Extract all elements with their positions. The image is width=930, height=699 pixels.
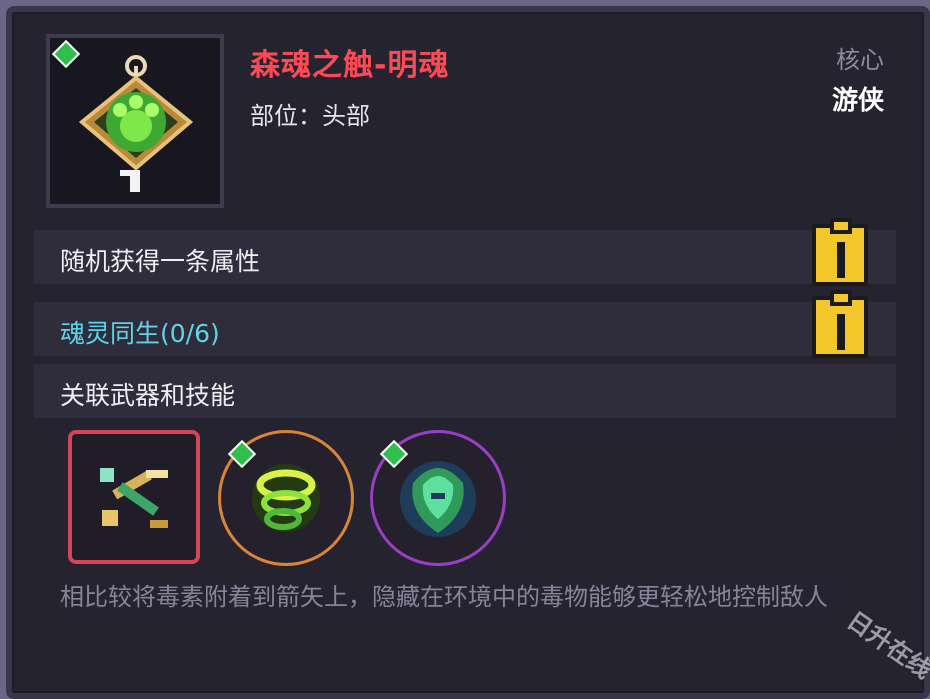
random-attribute-label: 随机获得一条属性 xyxy=(60,247,261,276)
green-soul-gem-icon xyxy=(78,55,194,192)
random-attribute-row: 随机获得一条属性 xyxy=(34,230,896,284)
info-icon xyxy=(837,242,845,278)
item-title: 森魂之触-明魂 xyxy=(250,48,450,83)
soul-set-label: 魂灵同生(0/6) xyxy=(60,319,220,348)
related-row: 关联武器和技能 xyxy=(34,364,896,418)
info-icon xyxy=(837,314,845,350)
info-icon-top xyxy=(830,290,852,306)
related-label: 关联武器和技能 xyxy=(60,381,236,410)
class-tag: 游侠 xyxy=(831,86,884,116)
info-icon-top xyxy=(830,218,852,234)
related-weapon-slot[interactable] xyxy=(68,430,200,564)
info-button-set[interactable] xyxy=(812,290,868,358)
item-slot-label: 部位：头部 xyxy=(250,102,370,130)
item-description: 相比较将毒素附着到箭矢上，隐藏在环境中的毒物能够更轻松地控制敌人 xyxy=(60,583,828,611)
info-button-attribute[interactable] xyxy=(812,218,868,286)
weapon-crossbow-icon xyxy=(100,468,168,528)
soul-set-row: 魂灵同生(0/6) xyxy=(34,302,896,356)
core-tag: 核心 xyxy=(836,46,884,74)
